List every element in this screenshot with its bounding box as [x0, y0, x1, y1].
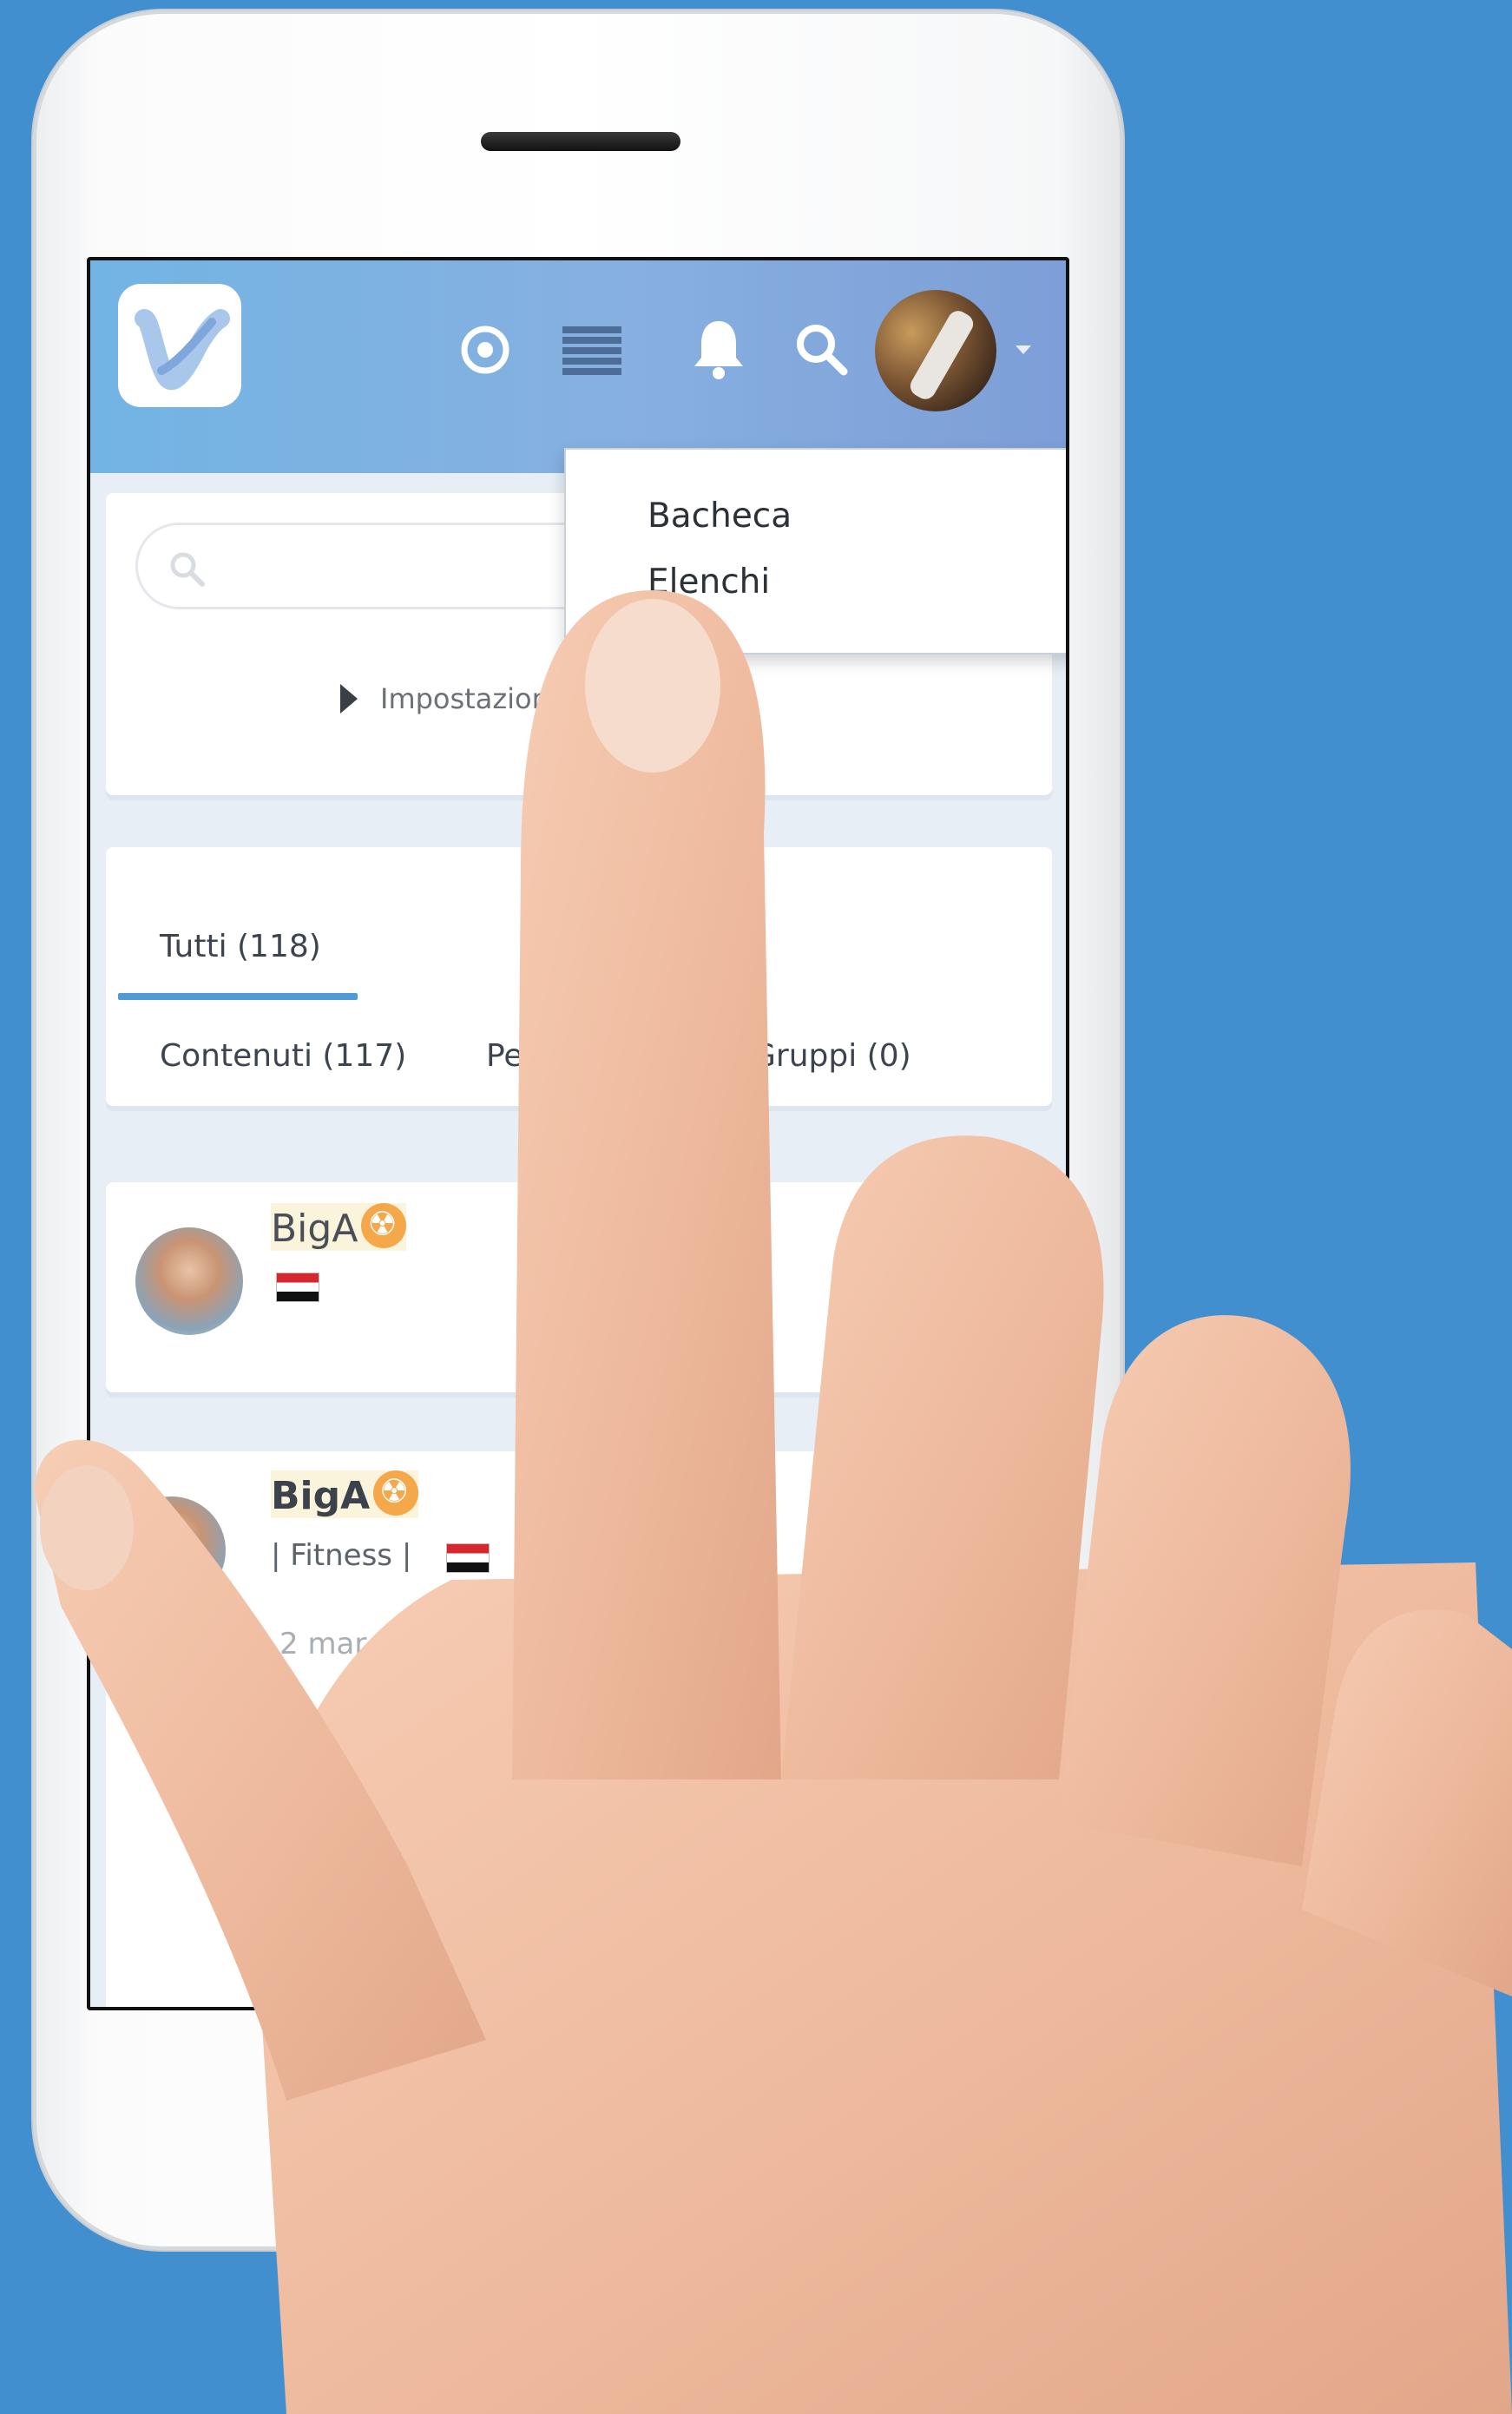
app-screen: Impostazioni avanzate Tutti (118) Conten…	[87, 257, 1069, 2010]
author-avatar[interactable]	[135, 1227, 243, 1335]
bell-icon[interactable]	[691, 318, 746, 380]
active-tab-indicator	[118, 993, 358, 1000]
tab-tutti[interactable]: Tutti (118)	[160, 929, 321, 964]
search-icon[interactable]	[793, 321, 849, 377]
author-avatar[interactable]	[118, 1496, 226, 1604]
user-dropdown-menu: Bacheca Elenchi	[564, 448, 1066, 654]
avatar[interactable]	[875, 290, 996, 411]
phone-speaker	[481, 132, 680, 151]
tab-contenuti[interactable]: Contenuti (117)	[160, 1038, 406, 1074]
radioactive-icon	[361, 1203, 407, 1248]
radioactive-icon	[373, 1470, 419, 1516]
phone-frame: Impostazioni avanzate Tutti (118) Conten…	[33, 10, 1123, 2250]
advanced-settings-label: Impostazioni avanzate	[380, 682, 694, 715]
post-date: 2 mar 2020 ·	[279, 1627, 470, 1661]
author-name[interactable]: BigA	[271, 1203, 407, 1251]
triangle-right-icon	[340, 684, 358, 714]
target-icon[interactable]	[458, 323, 512, 377]
egypt-flag	[446, 1543, 490, 1573]
tab-persone[interactable]: Persone	[486, 1038, 610, 1074]
caret-down-icon[interactable]	[1016, 345, 1031, 354]
post-excerpt: sole volev	[321, 1731, 488, 1769]
menu-item-bacheca[interactable]: Bacheca	[648, 497, 792, 536]
advanced-settings-toggle[interactable]: Impostazioni avanzate	[340, 682, 694, 715]
list-icon[interactable]	[562, 326, 621, 375]
logo-icon[interactable]	[118, 284, 241, 407]
tabs-card: Tutti (118) Contenuti (117) Persone Grup…	[106, 847, 1052, 1106]
post-meta: | Fitness |	[271, 1538, 412, 1573]
list-item[interactable]: BigA	[106, 1182, 1052, 1392]
egypt-flag	[276, 1273, 319, 1302]
tab-gruppi[interactable]: Gruppi (0)	[752, 1038, 911, 1074]
list-item[interactable]: BigA | Fitness | 2 mar 2020 · sole volev	[106, 1451, 1052, 2007]
search-icon	[168, 549, 206, 591]
menu-item-elenchi[interactable]: Elenchi	[648, 562, 770, 602]
app-header	[90, 260, 1066, 473]
author-name[interactable]: BigA	[271, 1470, 419, 1518]
